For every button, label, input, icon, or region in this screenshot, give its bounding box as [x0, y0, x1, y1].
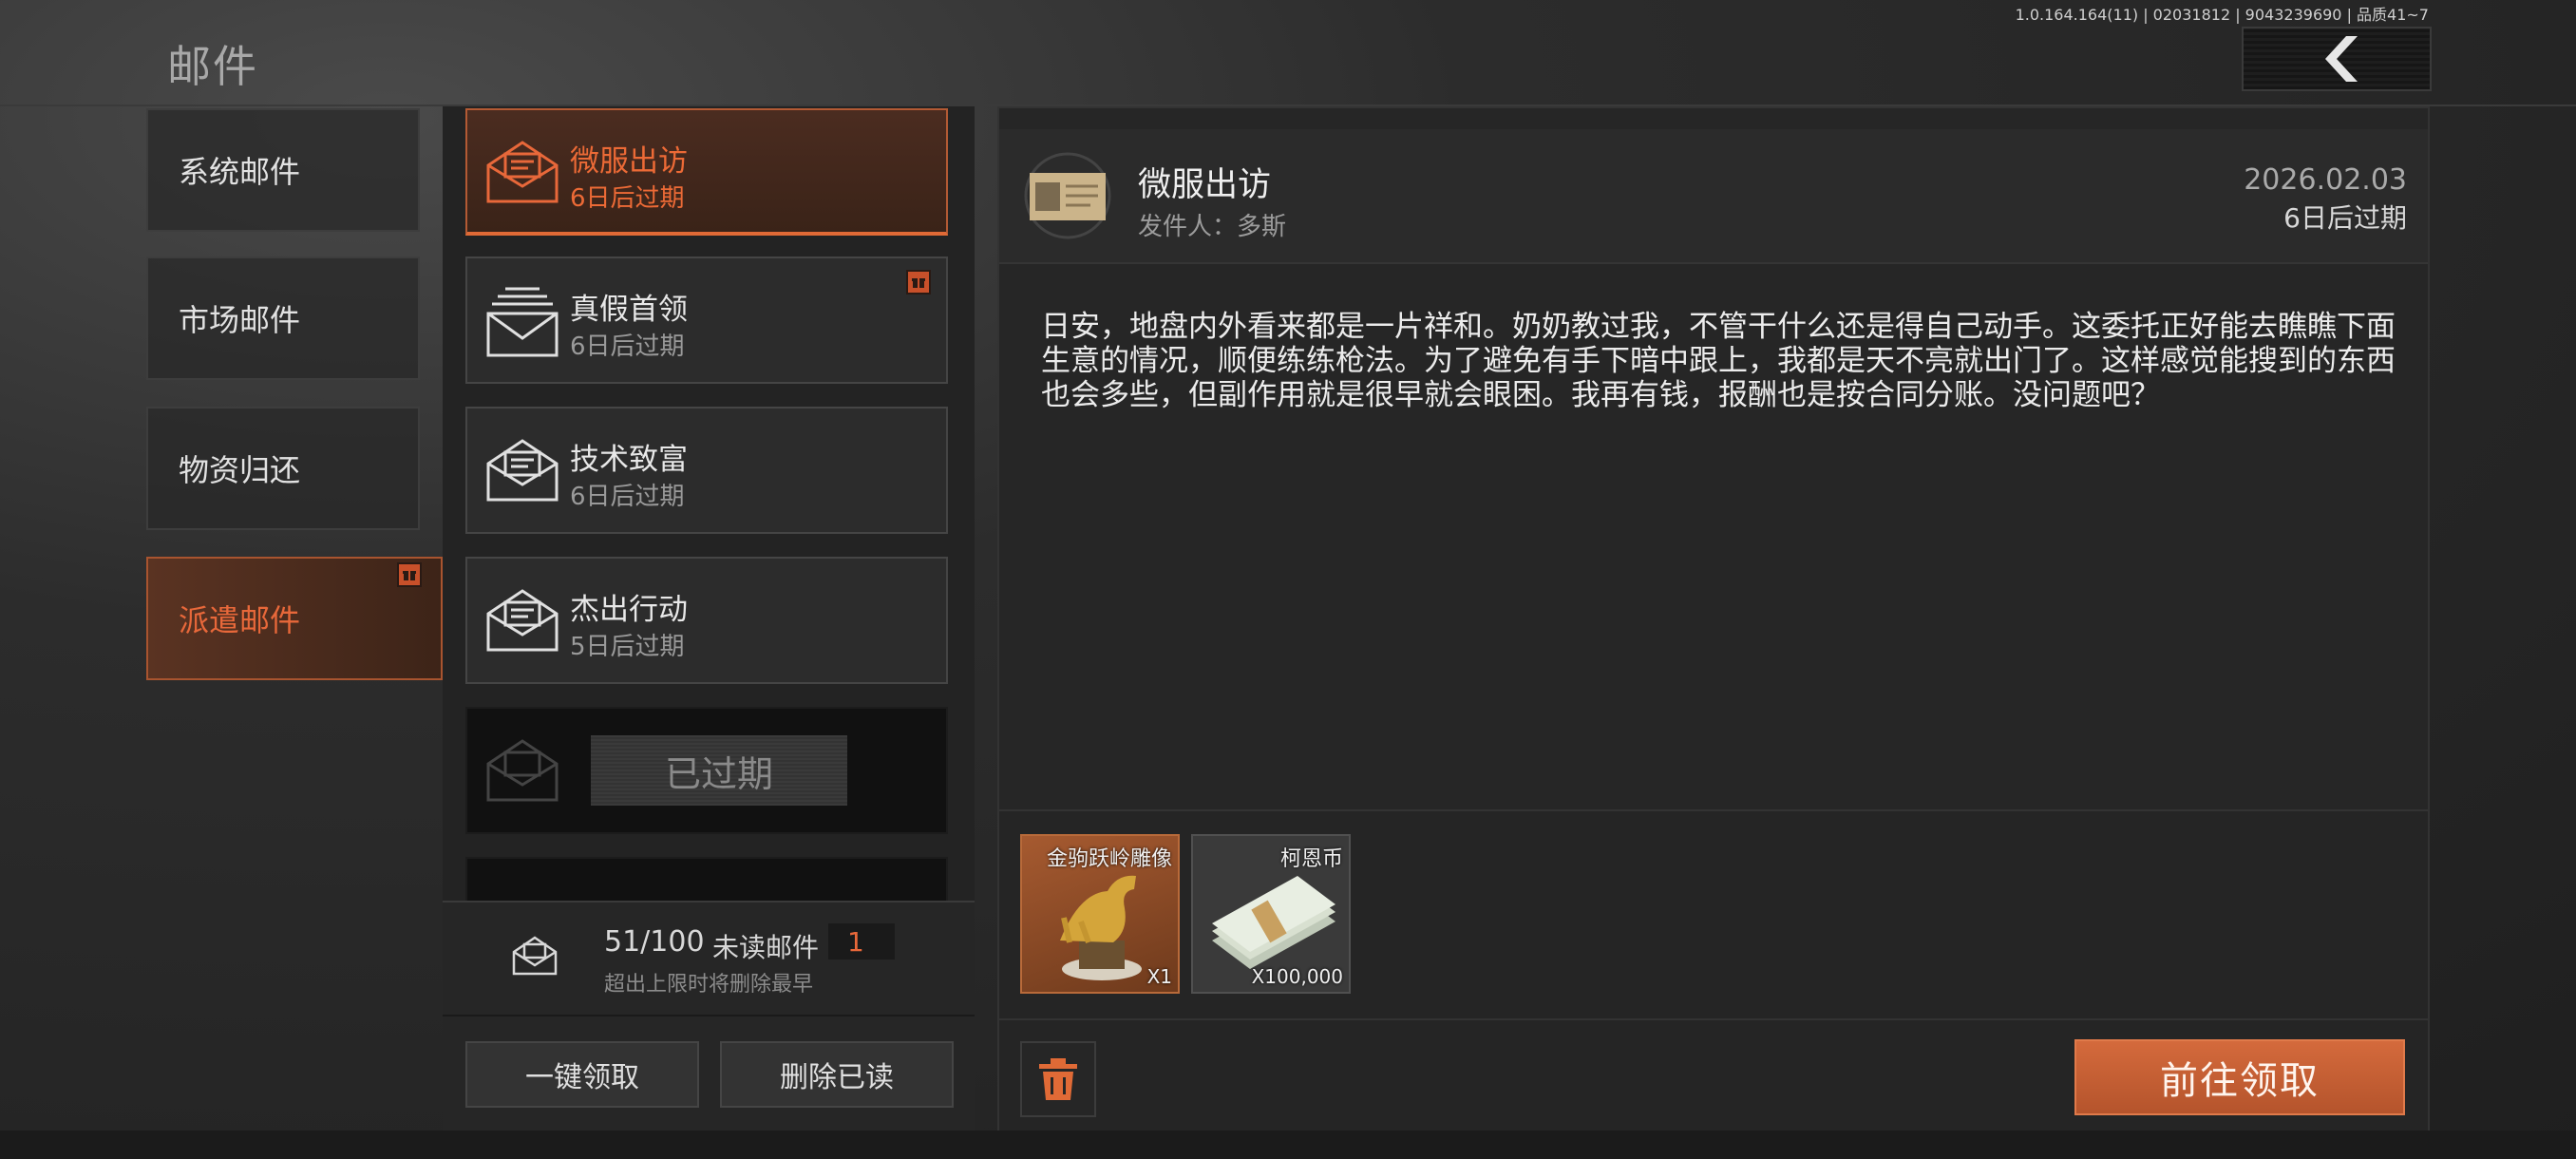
category-label: 市场邮件 [179, 302, 301, 338]
mail-title: 技术致富 [570, 443, 688, 477]
delete-read-button[interactable]: 删除已读 [720, 1041, 954, 1108]
mail-item[interactable]: 真假首领 6日后过期 [465, 256, 948, 384]
mail-sender: 发件人：多斯 [1138, 213, 1287, 241]
page-title: 邮件 [167, 41, 258, 92]
reward-area: 金驹跃岭雕像 X1 柯恩币 X100,000 [999, 809, 2428, 1020]
back-button[interactable] [2242, 27, 2432, 91]
expired-label: 已过期 [591, 735, 847, 806]
gift-icon [906, 270, 931, 294]
mail-item-expired[interactable]: 已过期 [465, 707, 948, 834]
limit-note: 超出上限时将删除最早 [604, 973, 814, 997]
category-label: 物资归还 [179, 452, 301, 488]
mail-title: 杰出行动 [570, 593, 688, 627]
mail-stack-icon [484, 285, 560, 365]
mail-expiry: 6日后过期 [570, 184, 685, 213]
mail-list[interactable]: 微服出访 6日后过期 真假首领 6日后过期 技术致富 6日后过期 杰出行动 5日… [443, 106, 975, 901]
reward-name: 金驹跃岭雕像 [1046, 847, 1172, 871]
mail-body: 日安，地盘内外看来都是一片祥和。奶奶教过我，不管干什么还是得自己动手。这委托正好… [1041, 310, 2396, 412]
gift-icon [397, 562, 422, 587]
category-system-mail[interactable]: 系统邮件 [146, 108, 420, 232]
bottom-strip [0, 1130, 2576, 1159]
unread-label: 未读邮件 [712, 932, 820, 963]
mail-title: 真假首领 [570, 293, 688, 327]
mail-expiry: 6日后过期 [570, 483, 685, 511]
mail-icon [511, 935, 559, 980]
mail-detail-expiry: 6日后过期 [2283, 202, 2407, 234]
mail-item[interactable]: 技术致富 6日后过期 [465, 407, 948, 534]
mail-count: 51/100 [604, 925, 705, 959]
reward-quantity: X100,000 [1251, 965, 1343, 988]
letter-image [1022, 150, 1113, 241]
reward-name: 柯恩币 [1279, 847, 1343, 871]
mail-detail-title: 微服出访 [1138, 166, 1272, 204]
mail-expiry: 5日后过期 [570, 633, 685, 661]
open-envelope-icon [484, 735, 560, 808]
mail-item[interactable]: 杰出行动 5日后过期 [465, 557, 948, 684]
delete-mail-button[interactable] [1020, 1041, 1096, 1117]
mail-detail-panel: 微服出访 发件人：多斯 2026.02.03 6日后过期 日安，地盘内外看来都是… [997, 106, 2430, 1130]
open-envelope-icon [484, 137, 560, 209]
trash-icon [1039, 1058, 1077, 1100]
reward-item[interactable]: 金驹跃岭雕像 X1 [1020, 834, 1180, 994]
mail-title: 微服出访 [570, 144, 688, 179]
mail-date: 2026.02.03 [2244, 163, 2407, 197]
claim-all-button[interactable]: 一键领取 [465, 1041, 699, 1108]
category-market-mail[interactable]: 市场邮件 [146, 256, 420, 380]
category-label: 派遣邮件 [179, 602, 301, 638]
detail-action-bar: 前往领取 [999, 1018, 2428, 1130]
go-claim-button[interactable]: 前往领取 [2074, 1039, 2405, 1115]
open-envelope-icon [484, 585, 560, 657]
mail-detail-header: 微服出访 发件人：多斯 2026.02.03 6日后过期 [999, 129, 2428, 264]
category-supply-return[interactable]: 物资归还 [146, 407, 420, 530]
reward-quantity: X1 [1146, 965, 1172, 988]
mail-item-expired-partial[interactable] [465, 857, 948, 901]
version-info: 1.0.164.164(11) | 02031812 | 9043239690 … [2015, 6, 2429, 24]
mail-item-active[interactable]: 微服出访 6日后过期 [465, 108, 948, 236]
chevron-left-icon [2325, 36, 2358, 82]
reward-item[interactable]: 柯恩币 X100,000 [1191, 834, 1351, 994]
open-envelope-icon [484, 435, 560, 507]
category-label: 系统邮件 [179, 154, 301, 190]
unread-count: 1 [828, 923, 895, 960]
mail-actions-bar: 一键领取 删除已读 [443, 1015, 975, 1132]
category-dispatch-mail[interactable]: 派遣邮件 [146, 557, 443, 680]
mail-count-bar: 51/100 未读邮件 1 超出上限时将删除最早 [443, 901, 975, 1016]
mail-expiry: 6日后过期 [570, 332, 685, 361]
